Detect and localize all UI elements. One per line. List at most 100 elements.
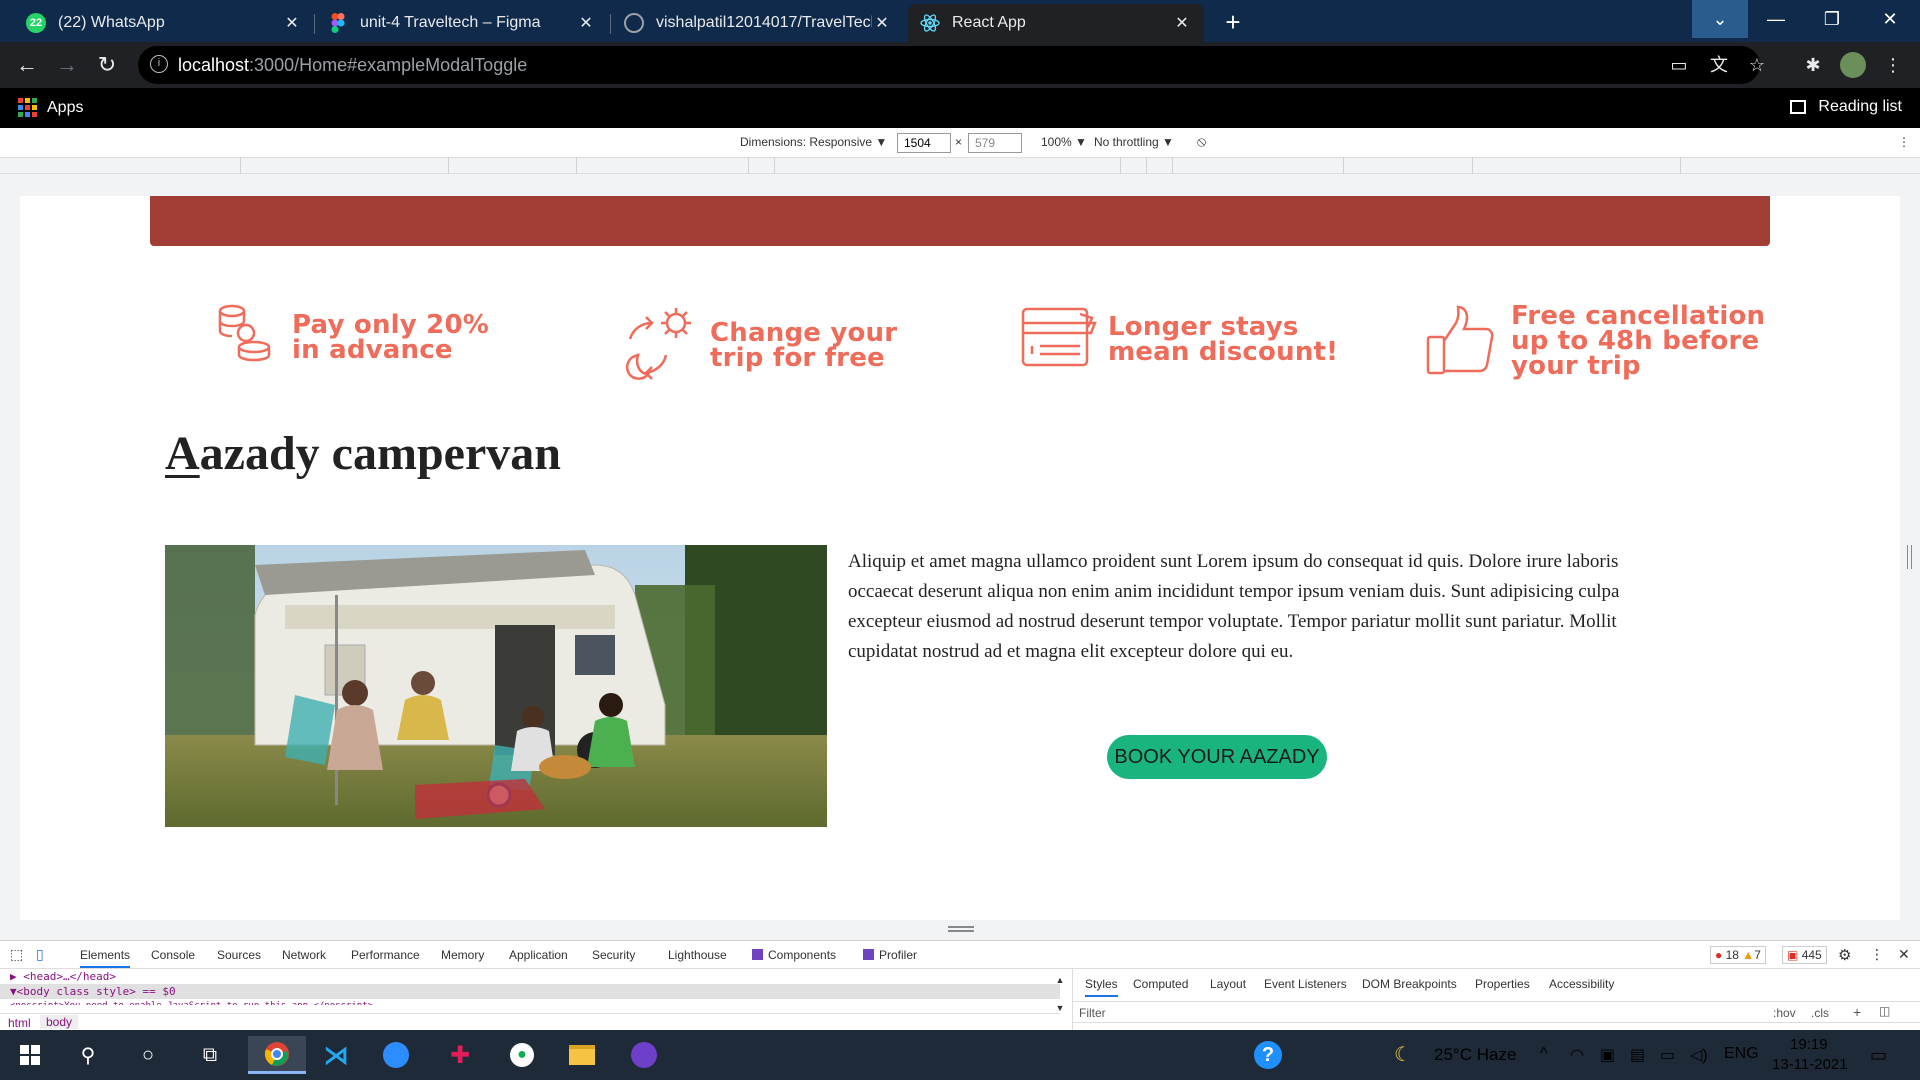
dimensions-dropdown[interactable]: Dimensions: Responsive ▼	[740, 135, 887, 149]
translate-icon[interactable]: 文	[1706, 52, 1732, 78]
tab-accessibility[interactable]: Accessibility	[1549, 977, 1614, 991]
add-rule-icon[interactable]: +	[1853, 1004, 1861, 1020]
close-icon[interactable]: ✕	[282, 13, 302, 33]
slack-taskbar-icon[interactable]: ✚	[436, 1036, 484, 1074]
dom-node-body[interactable]: ▼<body class style> == $0	[0, 984, 1060, 999]
reading-list-label: Reading list	[1818, 98, 1902, 115]
dom-node-head[interactable]: ▶ <head>…</head>	[0, 969, 1060, 984]
info-icon[interactable]: i	[150, 55, 168, 73]
device-more-icon[interactable]: ⋮	[1898, 135, 1910, 149]
display-icon[interactable]: ▤	[1630, 1045, 1645, 1065]
device-toggle-icon[interactable]: ▯	[36, 946, 44, 963]
tab-sources[interactable]: Sources	[217, 948, 261, 962]
camera-blocked-icon[interactable]: ▭	[1666, 52, 1692, 78]
close-icon[interactable]: ✕	[872, 13, 892, 33]
help-icon[interactable]: ?	[1244, 1036, 1292, 1074]
volume-icon[interactable]: ◁)	[1690, 1045, 1708, 1065]
viewport-side-resize-handle[interactable]	[1907, 545, 1912, 569]
dom-scrollbar[interactable]: ▲ ▼	[1054, 973, 1066, 1013]
tab-dom-breakpoints[interactable]: DOM Breakpoints	[1362, 977, 1457, 991]
devtools-close-icon[interactable]: ✕	[1898, 946, 1910, 963]
language-indicator[interactable]: ENG	[1724, 1045, 1759, 1063]
tab-react-app[interactable]: React App ✕	[908, 4, 1204, 42]
settings-gear-icon[interactable]: ⚙	[1838, 946, 1851, 964]
close-icon[interactable]: ✕	[576, 13, 596, 33]
minimize-button[interactable]: —	[1748, 0, 1804, 38]
tab-security[interactable]: Security	[592, 948, 635, 962]
tab-event-listeners[interactable]: Event Listeners	[1264, 977, 1347, 991]
width-input[interactable]	[897, 133, 951, 153]
campervan-family-photo	[165, 545, 827, 827]
cls-toggle[interactable]: .cls	[1811, 1006, 1829, 1020]
zoom-dropdown[interactable]: 100% ▼	[1041, 135, 1087, 149]
tray-chevron-icon[interactable]: ^	[1540, 1045, 1548, 1063]
extensions-icon[interactable]: ✱	[1800, 52, 1826, 78]
hov-toggle[interactable]: :hov	[1773, 1006, 1796, 1020]
devtools-more-icon[interactable]: ⋮	[1870, 946, 1884, 963]
clock-date[interactable]: 13-11-2021	[1772, 1056, 1848, 1073]
tab-profiler[interactable]: Profiler	[863, 948, 917, 962]
tab-computed[interactable]: Computed	[1133, 977, 1188, 991]
tab-performance[interactable]: Performance	[351, 948, 420, 962]
rotate-icon[interactable]: ⦸	[1197, 133, 1206, 150]
sidebar-toggle-icon[interactable]: ◫	[1879, 1004, 1890, 1018]
github-desktop-taskbar-icon[interactable]	[620, 1036, 668, 1074]
tab-elements[interactable]: Elements	[80, 948, 131, 968]
profile-avatar[interactable]	[1840, 52, 1866, 78]
mongodb-taskbar-icon[interactable]: ●	[498, 1036, 546, 1074]
new-tab-button[interactable]: +	[1218, 8, 1248, 38]
dom-tree[interactable]: ▶ <head>…</head> ▼<body class style> == …	[0, 969, 1060, 1013]
styles-filter-input[interactable]: Filter :hov .cls + ◫	[1073, 1001, 1920, 1023]
tab-github[interactable]: vishalpatil12014017/TravelTech ✕	[612, 4, 904, 42]
network-icon[interactable]: ◠	[1570, 1045, 1584, 1065]
tab-network[interactable]: Network	[282, 948, 326, 962]
forward-button[interactable]: →	[52, 50, 82, 80]
dom-node-noscript[interactable]: <noscript>You need to enable JavaScript …	[0, 999, 1060, 1005]
tab-figma[interactable]: unit-4 Traveltech – Figma ✕	[316, 4, 608, 42]
tab-lighthouse[interactable]: Lighthouse	[668, 948, 727, 962]
windows-start-icon[interactable]	[6, 1036, 54, 1074]
reading-list-button[interactable]: Reading list	[1790, 98, 1902, 116]
restore-button[interactable]: ❐	[1804, 0, 1860, 38]
height-input[interactable]	[968, 133, 1022, 153]
close-icon[interactable]: ✕	[1172, 13, 1192, 33]
close-window-button[interactable]: ✕	[1862, 0, 1918, 38]
tab-properties[interactable]: Properties	[1475, 977, 1530, 991]
viewport-resize-handle[interactable]	[948, 926, 974, 932]
vscode-taskbar-icon[interactable]: ⋊	[312, 1036, 360, 1074]
tab-styles[interactable]: Styles	[1085, 977, 1118, 997]
tab-application[interactable]: Application	[509, 948, 568, 962]
inspect-element-icon[interactable]: ⬚	[10, 946, 23, 963]
tab-whatsapp[interactable]: 22 (22) WhatsApp ✕	[14, 4, 314, 42]
tab-layout[interactable]: Layout	[1210, 977, 1246, 991]
issue-counter[interactable]: ● 18 ▲7	[1710, 946, 1766, 964]
apps-shortcut[interactable]: Apps	[18, 98, 83, 117]
issues-badge[interactable]: ▣ 445	[1782, 946, 1827, 964]
task-view-icon[interactable]: ⧉	[186, 1036, 234, 1074]
chrome-taskbar-icon[interactable]	[248, 1036, 306, 1074]
tab-search-button[interactable]: ⌄	[1692, 0, 1748, 38]
reload-button[interactable]: ↻	[92, 50, 122, 80]
search-icon[interactable]: ⚲	[64, 1036, 112, 1074]
menu-icon[interactable]: ⋮	[1880, 52, 1906, 78]
tab-components[interactable]: Components	[752, 948, 836, 962]
tab-memory[interactable]: Memory	[441, 948, 484, 962]
back-button[interactable]: ←	[12, 50, 42, 80]
clock-time[interactable]: 19:19	[1790, 1036, 1828, 1053]
bookmark-star-icon[interactable]: ☆	[1744, 52, 1770, 78]
tab-console[interactable]: Console	[151, 948, 195, 962]
book-aazady-button[interactable]: BOOK YOUR AAZADY	[1107, 735, 1327, 779]
file-explorer-taskbar-icon[interactable]	[558, 1036, 606, 1074]
weather-moon-icon[interactable]: ☾	[1394, 1042, 1412, 1067]
crumb-body[interactable]: body	[40, 1015, 79, 1029]
device-icon[interactable]: ▣	[1600, 1045, 1615, 1065]
crumb-html[interactable]: html	[8, 1016, 31, 1030]
throttling-dropdown[interactable]: No throttling ▼	[1094, 135, 1174, 149]
address-bar[interactable]: i localhost:3000/Home#exampleModalToggle…	[138, 46, 1765, 84]
battery-icon[interactable]: ▭	[1660, 1045, 1675, 1065]
weather-text[interactable]: 25°C Haze	[1434, 1045, 1516, 1065]
notifications-icon[interactable]: ▭	[1870, 1045, 1887, 1066]
media-query-ruler[interactable]	[0, 158, 1920, 174]
zoom-taskbar-icon[interactable]	[372, 1036, 420, 1074]
cortana-icon[interactable]: ○	[124, 1036, 172, 1074]
